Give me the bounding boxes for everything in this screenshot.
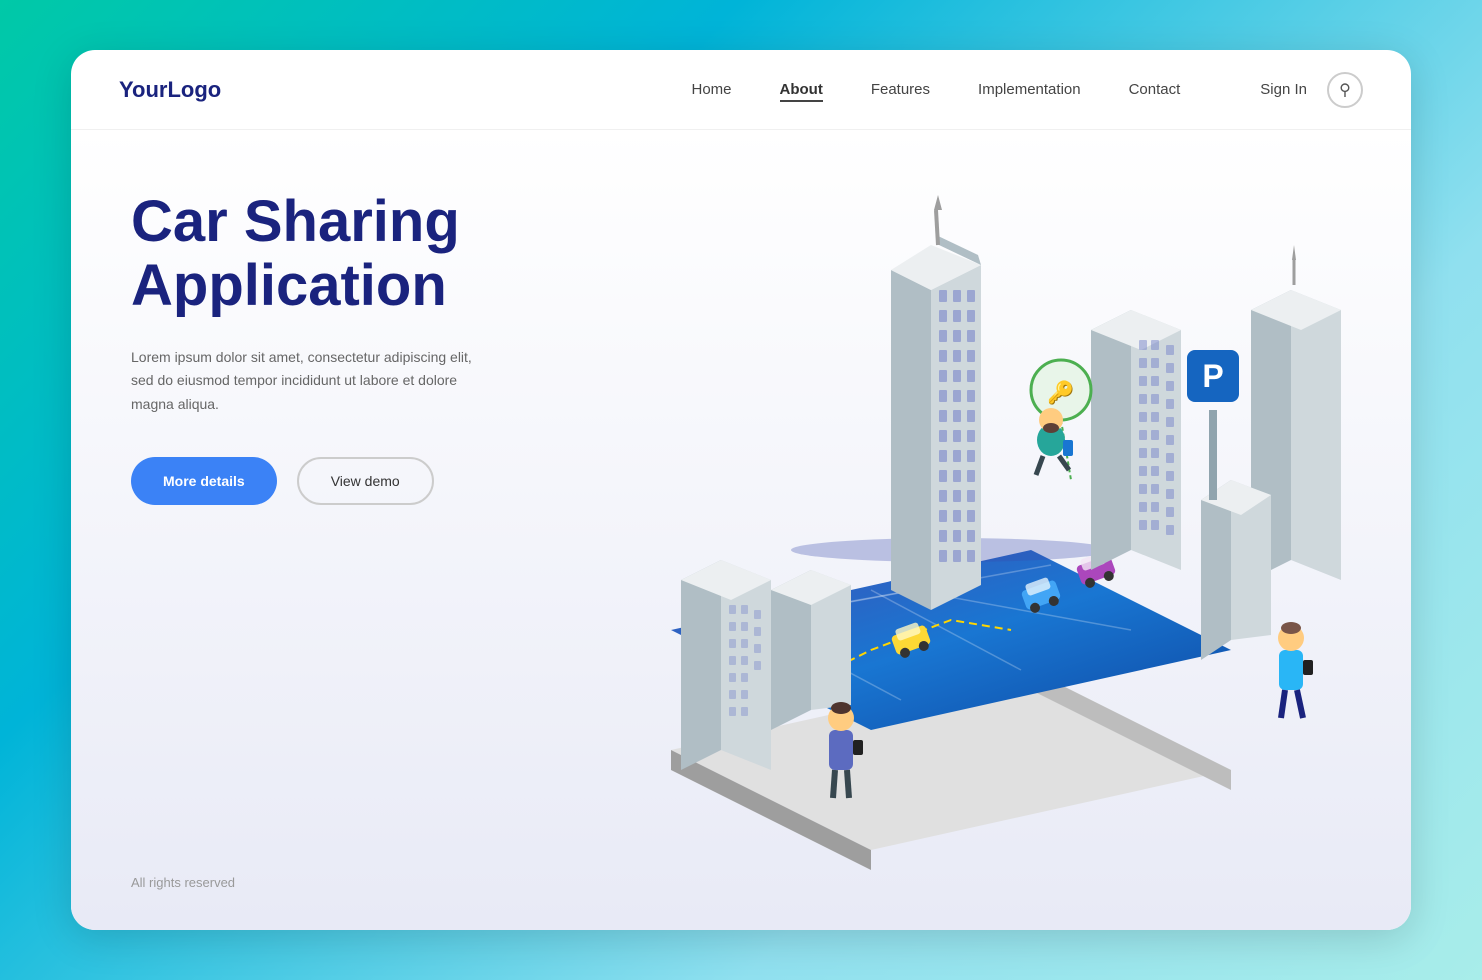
search-icon: ⚲ — [1339, 80, 1351, 100]
logo: YourLogo — [119, 77, 221, 103]
search-button[interactable]: ⚲ — [1327, 72, 1363, 108]
svg-text:🔑: 🔑 — [1047, 379, 1074, 406]
view-demo-button[interactable]: View demo — [297, 457, 434, 505]
illustration-svg: P 🔑 — [551, 130, 1411, 930]
nav-right: Sign In ⚲ — [1260, 72, 1363, 108]
main-content: Car Sharing Application Lorem ipsum dolo… — [71, 130, 1411, 930]
nav-item-implementation[interactable]: Implementation — [978, 81, 1081, 99]
iso-scene: P 🔑 — [551, 130, 1411, 930]
button-row: More details View demo — [131, 457, 503, 505]
navbar: YourLogo Home About Features Implementat… — [71, 50, 1411, 130]
nav-link-home[interactable]: Home — [691, 81, 731, 98]
nav-item-features[interactable]: Features — [871, 81, 930, 99]
footer-copyright: All rights reserved — [131, 835, 503, 890]
page-card: YourLogo Home About Features Implementat… — [71, 50, 1411, 930]
hero-description: Lorem ipsum dolor sit amet, consectetur … — [131, 346, 491, 417]
nav-link-about[interactable]: About — [780, 81, 823, 102]
nav-item-contact[interactable]: Contact — [1129, 81, 1181, 99]
nav-link-features[interactable]: Features — [871, 81, 930, 98]
nav-links: Home About Features Implementation Conta… — [691, 81, 1180, 99]
right-panel: P 🔑 — [551, 130, 1411, 930]
svg-text:P: P — [1202, 358, 1223, 394]
nav-item-home[interactable]: Home — [691, 81, 731, 99]
nav-link-implementation[interactable]: Implementation — [978, 81, 1081, 98]
sign-in-link[interactable]: Sign In — [1260, 81, 1307, 98]
hero-title: Car Sharing Application — [131, 190, 503, 318]
left-panel: Car Sharing Application Lorem ipsum dolo… — [71, 130, 551, 930]
more-details-button[interactable]: More details — [131, 457, 277, 505]
nav-item-about[interactable]: About — [780, 81, 823, 99]
nav-link-contact[interactable]: Contact — [1129, 81, 1181, 98]
